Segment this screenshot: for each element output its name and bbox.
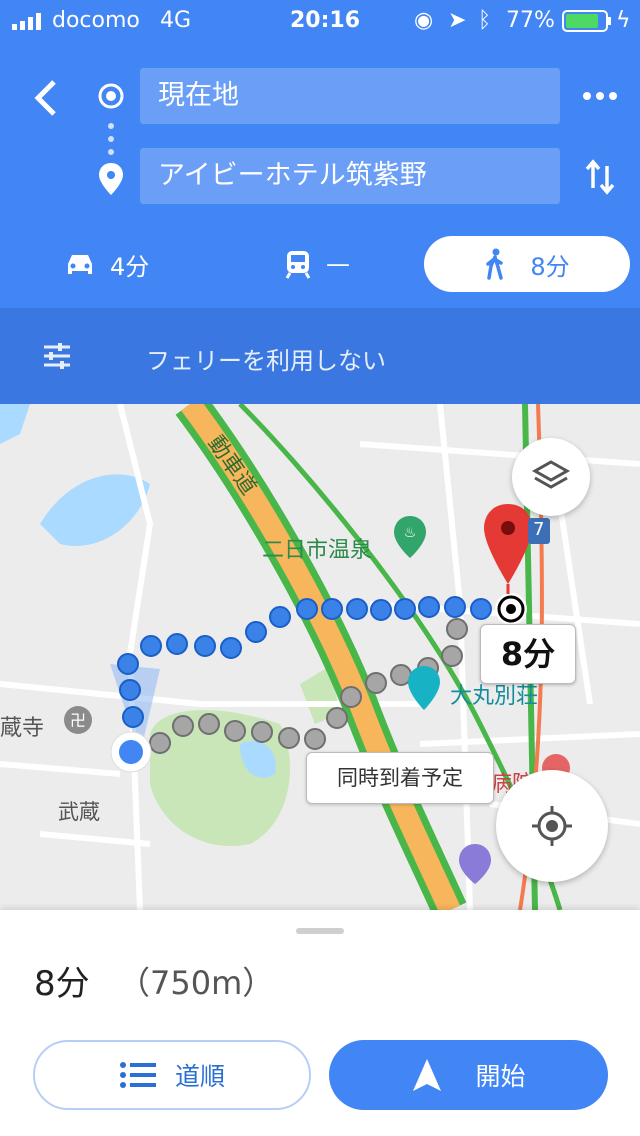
walk-icon — [486, 248, 504, 280]
start-label: 開始 — [475, 1062, 526, 1091]
origin-input[interactable]: 現在地 — [140, 68, 560, 124]
map-label-route-number: 7 — [533, 519, 545, 540]
carrier-label: docomo — [52, 8, 140, 33]
route-summary-sheet: 8分 （750m） 道順 開始 — [0, 910, 640, 1136]
tune-icon — [42, 342, 72, 376]
train-icon — [285, 251, 311, 279]
pond-shape — [40, 474, 150, 546]
my-location-button[interactable] — [496, 770, 608, 882]
route-connector-dots — [108, 122, 114, 160]
walk-duration: 8分 — [530, 252, 570, 281]
bluetooth-icon: ᛒ — [478, 8, 492, 33]
lock-rotation-icon: ◉ — [414, 8, 434, 33]
map-label-temple: 蔵寺 — [0, 716, 45, 741]
route-options-bar[interactable]: フェリーを利用しない — [0, 308, 640, 404]
svg-text:卍: 卍 — [70, 711, 86, 730]
swap-route-button[interactable] — [584, 158, 616, 200]
clock: 20:16 — [290, 8, 361, 33]
status-bar: docomo 4G 20:16 ◉ ➤ ᛒ 77% ϟ — [0, 0, 640, 40]
car-icon — [68, 255, 92, 274]
map-label-musashi: 武蔵 — [58, 800, 100, 824]
more-horizontal-icon — [583, 92, 617, 100]
directions-header: 現在地 アイビーホテル筑紫野 4分 — 8分 — [0, 40, 640, 308]
layers-button[interactable] — [512, 438, 590, 516]
list-icon — [119, 1062, 156, 1088]
steps-button[interactable]: 道順 — [33, 1040, 311, 1110]
summary-distance: （750m） — [118, 964, 275, 1002]
chevron-left-icon — [34, 80, 56, 116]
route-callout[interactable]: 同時到着予定 — [306, 752, 494, 804]
signal-icon — [12, 11, 46, 36]
tab-transit[interactable]: — — [284, 236, 350, 292]
map-view[interactable]: ♨ 卍 動車道 二日市温泉 7 大丸別荘 蔵寺 武蔵 病院 8分 同時到着予定 — [0, 404, 640, 910]
svg-text:♨: ♨ — [404, 525, 417, 541]
avoid-ferries-label: フェリーを利用しない — [146, 347, 386, 375]
drag-handle[interactable] — [296, 928, 344, 934]
tab-walk[interactable]: 8分 — [424, 236, 630, 292]
eta-bubble: 8分 — [480, 624, 576, 684]
tab-drive[interactable]: 4分 — [64, 236, 149, 292]
steps-label: 道順 — [174, 1062, 225, 1091]
origin-dot-icon — [97, 82, 125, 114]
battery-percent: 77% — [506, 8, 555, 33]
drive-duration: 4分 — [110, 252, 150, 281]
network-label: 4G — [160, 8, 192, 33]
charging-icon: ϟ — [616, 8, 631, 33]
battery-icon — [562, 10, 612, 38]
travel-mode-tabs: 4分 — 8分 — [0, 236, 640, 292]
transit-duration: — — [326, 250, 350, 278]
map-label-onsen: 二日市温泉 — [262, 538, 373, 563]
destination-input[interactable]: アイビーホテル筑紫野 — [140, 148, 560, 204]
more-options-button[interactable] — [582, 86, 618, 110]
start-button[interactable]: 開始 — [329, 1040, 608, 1110]
swap-vertical-icon — [585, 159, 615, 195]
layers-icon — [531, 460, 571, 489]
water-corner — [0, 404, 30, 444]
location-arrow-icon: ➤ — [448, 8, 467, 33]
crosshair-icon — [532, 806, 572, 846]
destination-pin-icon — [98, 162, 124, 200]
navigation-arrow-icon — [413, 1059, 442, 1091]
summary-duration: 8分 — [34, 964, 90, 1004]
back-button[interactable] — [28, 76, 64, 120]
